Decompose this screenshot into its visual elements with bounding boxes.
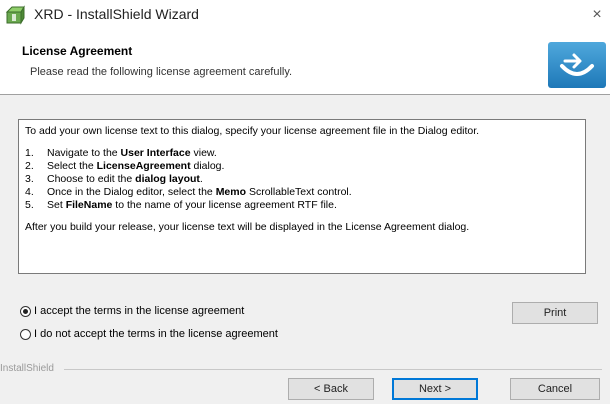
step-text: Select the LicenseAgreement dialog. bbox=[47, 160, 225, 172]
step-text: Navigate to the User Interface view. bbox=[47, 147, 217, 159]
step-text: Choose to edit the dialog layout. bbox=[47, 173, 203, 185]
title-bar: XRD - InstallShield Wizard × bbox=[0, 0, 610, 34]
installshield-brand-label: InstallShield bbox=[0, 363, 54, 374]
cancel-button[interactable]: Cancel bbox=[510, 378, 600, 400]
page-title: License Agreement bbox=[22, 44, 133, 58]
print-button[interactable]: Print bbox=[512, 302, 598, 324]
page-subtitle: Please read the following license agreem… bbox=[30, 66, 293, 78]
license-text-box[interactable]: To add your own license text to this dia… bbox=[18, 119, 586, 274]
list-item: 2. Select the LicenseAgreement dialog. bbox=[25, 160, 579, 173]
license-intro: To add your own license text to this dia… bbox=[25, 125, 480, 137]
accept-radio[interactable] bbox=[20, 305, 31, 317]
decline-radio[interactable] bbox=[20, 328, 31, 340]
step-number: 3. bbox=[25, 173, 34, 185]
accept-option[interactable]: I accept the terms in the license agreem… bbox=[20, 305, 244, 317]
list-item: 1. Navigate to the User Interface view. bbox=[25, 147, 579, 160]
installshield-logo-icon bbox=[548, 42, 606, 88]
license-steps: 1. Navigate to the User Interface view. … bbox=[25, 147, 579, 212]
window-title: XRD - InstallShield Wizard bbox=[34, 6, 199, 22]
step-number: 1. bbox=[25, 147, 34, 159]
list-item: 4. Once in the Dialog editor, select the… bbox=[25, 186, 579, 199]
step-text: Set FileName to the name of your license… bbox=[47, 199, 337, 211]
step-number: 5. bbox=[25, 199, 34, 211]
step-text: Once in the Dialog editor, select the Me… bbox=[47, 186, 352, 198]
back-button[interactable]: < Back bbox=[288, 378, 374, 400]
close-icon: × bbox=[592, 6, 602, 23]
accept-label: I accept the terms in the license agreem… bbox=[34, 305, 245, 317]
footer-divider bbox=[64, 369, 602, 370]
decline-label: I do not accept the terms in the license… bbox=[34, 328, 278, 340]
step-number: 2. bbox=[25, 160, 34, 172]
license-outro: After you build your release, your licen… bbox=[25, 221, 470, 233]
list-item: 3. Choose to edit the dialog layout. bbox=[25, 173, 579, 186]
header-banner: License Agreement Please read the follow… bbox=[0, 34, 610, 95]
close-button[interactable]: × bbox=[584, 2, 610, 28]
next-button[interactable]: Next > bbox=[392, 378, 478, 400]
installer-window: XRD - InstallShield Wizard × License Agr… bbox=[0, 0, 610, 404]
step-number: 4. bbox=[25, 186, 34, 198]
installer-box-icon bbox=[5, 5, 25, 25]
decline-option[interactable]: I do not accept the terms in the license… bbox=[20, 328, 278, 340]
list-item: 5. Set FileName to the name of your lice… bbox=[25, 199, 579, 212]
